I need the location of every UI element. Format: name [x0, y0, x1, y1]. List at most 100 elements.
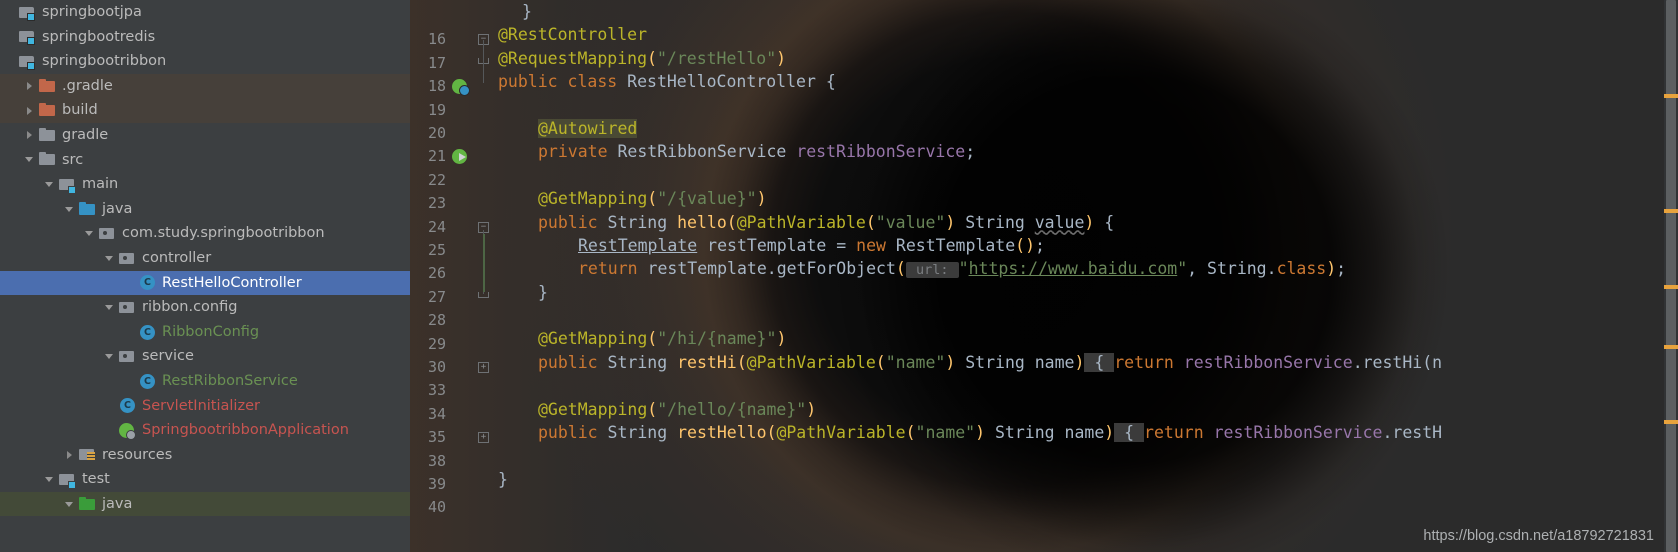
tree-item-main[interactable]: main [0, 172, 410, 197]
code-line[interactable]: } [490, 0, 1442, 23]
line-number: 26 [427, 264, 446, 283]
code-line[interactable]: public String hello(@PathVariable("value… [490, 211, 1442, 234]
code-line[interactable] [490, 304, 1442, 327]
tree-item-java[interactable]: java [0, 491, 410, 517]
gutter-line[interactable]: 24 [410, 216, 488, 239]
chevron-down-icon[interactable] [64, 203, 77, 216]
gutter-line[interactable]: 29 [410, 333, 488, 356]
chevron-right-icon[interactable] [24, 80, 37, 93]
code-line[interactable]: public String restHi(@PathVariable("name… [490, 351, 1442, 374]
warning-marker[interactable] [1664, 420, 1678, 424]
warning-marker[interactable] [1664, 285, 1678, 289]
code-text-area[interactable]: } @RestController @RequestMapping("/restHe… [490, 0, 1442, 515]
code-line[interactable] [490, 164, 1442, 187]
chevron-down-icon[interactable] [84, 227, 97, 240]
gutter-line[interactable]: 38 [410, 450, 488, 473]
line-number: 19 [427, 100, 446, 119]
gutter-line[interactable]: 16 [410, 28, 488, 51]
chevron-down-icon[interactable] [104, 301, 117, 314]
warning-marker[interactable] [1664, 209, 1678, 213]
gutter-line[interactable]: 34 [410, 403, 488, 426]
gutter-line[interactable]: 33 [410, 379, 488, 402]
code-line[interactable]: RestTemplate restTemplate = new RestTemp… [490, 234, 1442, 257]
tree-item-build[interactable]: build [0, 98, 410, 123]
gutter-line[interactable]: 17 [410, 52, 488, 75]
code-line[interactable]: } [490, 281, 1442, 304]
gutter-line[interactable]: 35 [410, 426, 488, 449]
chevron-down-icon[interactable] [104, 350, 117, 363]
code-token: name [1064, 423, 1105, 443]
editor-gutter[interactable]: 16−17 18 19 20 21 22 23 24−25 26 27 28 29 30 +33 34 35 +… [410, 0, 489, 552]
tree-item-springbootribbon[interactable]: springbootribbon [0, 49, 410, 74]
fold-expand-icon[interactable]: + [478, 432, 489, 444]
gutter-line[interactable]: 23 [410, 192, 488, 215]
gutter-line[interactable]: 25 [410, 239, 488, 262]
code-line[interactable]: } [490, 468, 1442, 491]
tree-item-springbootredis[interactable]: springbootredis [0, 25, 410, 50]
code-line[interactable]: @RequestMapping("/restHello") [490, 47, 1442, 70]
code-line[interactable] [490, 444, 1442, 467]
tree-item-service[interactable]: service [0, 344, 410, 369]
code-line[interactable]: private RestRibbonService restRibbonServ… [490, 140, 1442, 163]
code-line[interactable]: @GetMapping("/hi/{name}") [490, 327, 1442, 350]
gutter-line[interactable]: 21 [410, 145, 488, 168]
code-line[interactable]: public class RestHelloController { [490, 70, 1442, 93]
gutter-line[interactable]: 39 [410, 473, 488, 496]
scrollbar-thumb[interactable] [1666, 0, 1676, 552]
chevron-down-icon[interactable] [44, 178, 57, 191]
chevron-down-icon[interactable] [24, 153, 37, 166]
code-token: . [1352, 352, 1363, 372]
code-line[interactable]: @Autowired [490, 117, 1442, 140]
fold-expand-icon[interactable]: + [478, 362, 489, 373]
gutter-line[interactable]: 30 [410, 356, 488, 379]
chevron-down-icon[interactable] [104, 252, 117, 265]
run-class-gutter-icon[interactable] [452, 79, 470, 97]
chevron-right-icon[interactable] [64, 448, 77, 461]
warning-marker[interactable] [1664, 94, 1678, 98]
gutter-line[interactable]: 18 [410, 75, 488, 98]
gutter-line[interactable]: 20 [410, 122, 488, 145]
code-line[interactable] [490, 374, 1442, 397]
chevron-down-icon[interactable] [44, 473, 57, 486]
tree-item--gradle[interactable]: .gradle [0, 73, 410, 99]
foldergrey-icon [39, 127, 56, 143]
code-line[interactable]: public String restHello(@PathVariable("n… [490, 421, 1442, 444]
tree-item-ribbonconfig[interactable]: C RibbonConfig [0, 320, 410, 345]
module-icon [19, 29, 36, 46]
gutter-line[interactable]: 40 [410, 496, 488, 519]
tree-item-test[interactable]: test [0, 467, 410, 492]
tree-item-com-study-springbootribbon[interactable]: com.study.springbootribbon [0, 221, 410, 246]
code-token: ( [647, 399, 658, 419]
navigate-implementation-gutter-icon[interactable] [452, 149, 468, 165]
code-line[interactable]: @RestController [490, 23, 1442, 46]
tree-item-restribbonservice[interactable]: C RestRibbonService [0, 369, 410, 394]
chevron-right-icon[interactable] [24, 129, 37, 142]
tree-item-servletinitializer[interactable]: C ServletInitializer [0, 394, 410, 419]
tree-item-springbootjpa[interactable]: springbootjpa [0, 0, 410, 25]
gutter-line[interactable]: 22 [410, 169, 488, 192]
code-editor[interactable]: 16−17 18 19 20 21 22 23 24−25 26 27 28 29 30 +33 34 35 +… [410, 0, 1678, 552]
code-line[interactable]: @GetMapping("/hello/{name}") [490, 398, 1442, 421]
chevron-down-icon[interactable] [64, 498, 77, 511]
tree-item-resthellocontroller[interactable]: C RestHelloController [0, 270, 410, 296]
code-line[interactable] [490, 491, 1442, 514]
tree-item-gradle[interactable]: gradle [0, 123, 410, 148]
project-tree-panel[interactable]: springbootjpa springbootredis springbootri… [0, 0, 410, 552]
warning-marker[interactable] [1664, 345, 1678, 349]
gutter-line[interactable]: 26 [410, 262, 488, 285]
code-token: } [538, 282, 548, 302]
tree-item-springbootribbonapplication[interactable]: SpringbootribbonApplication [0, 418, 410, 443]
code-line[interactable]: return restTemplate.getForObject( url: "… [490, 257, 1442, 280]
tree-item-java[interactable]: java [0, 197, 410, 222]
gutter-line[interactable]: 19 [410, 99, 488, 122]
tree-item-src[interactable]: src [0, 148, 410, 173]
tree-item-controller[interactable]: controller [0, 246, 410, 271]
gutter-line[interactable]: 28 [410, 309, 488, 332]
chevron-right-icon[interactable] [24, 104, 37, 117]
gutter-line[interactable]: 27 [410, 286, 488, 309]
code-line[interactable]: @GetMapping("/{value}") [490, 187, 1442, 210]
editor-scrollbar[interactable] [1664, 0, 1678, 552]
tree-item-resources[interactable]: resources [0, 443, 410, 468]
code-line[interactable] [490, 94, 1442, 117]
tree-item-ribbon-config[interactable]: ribbon.config [0, 295, 410, 320]
